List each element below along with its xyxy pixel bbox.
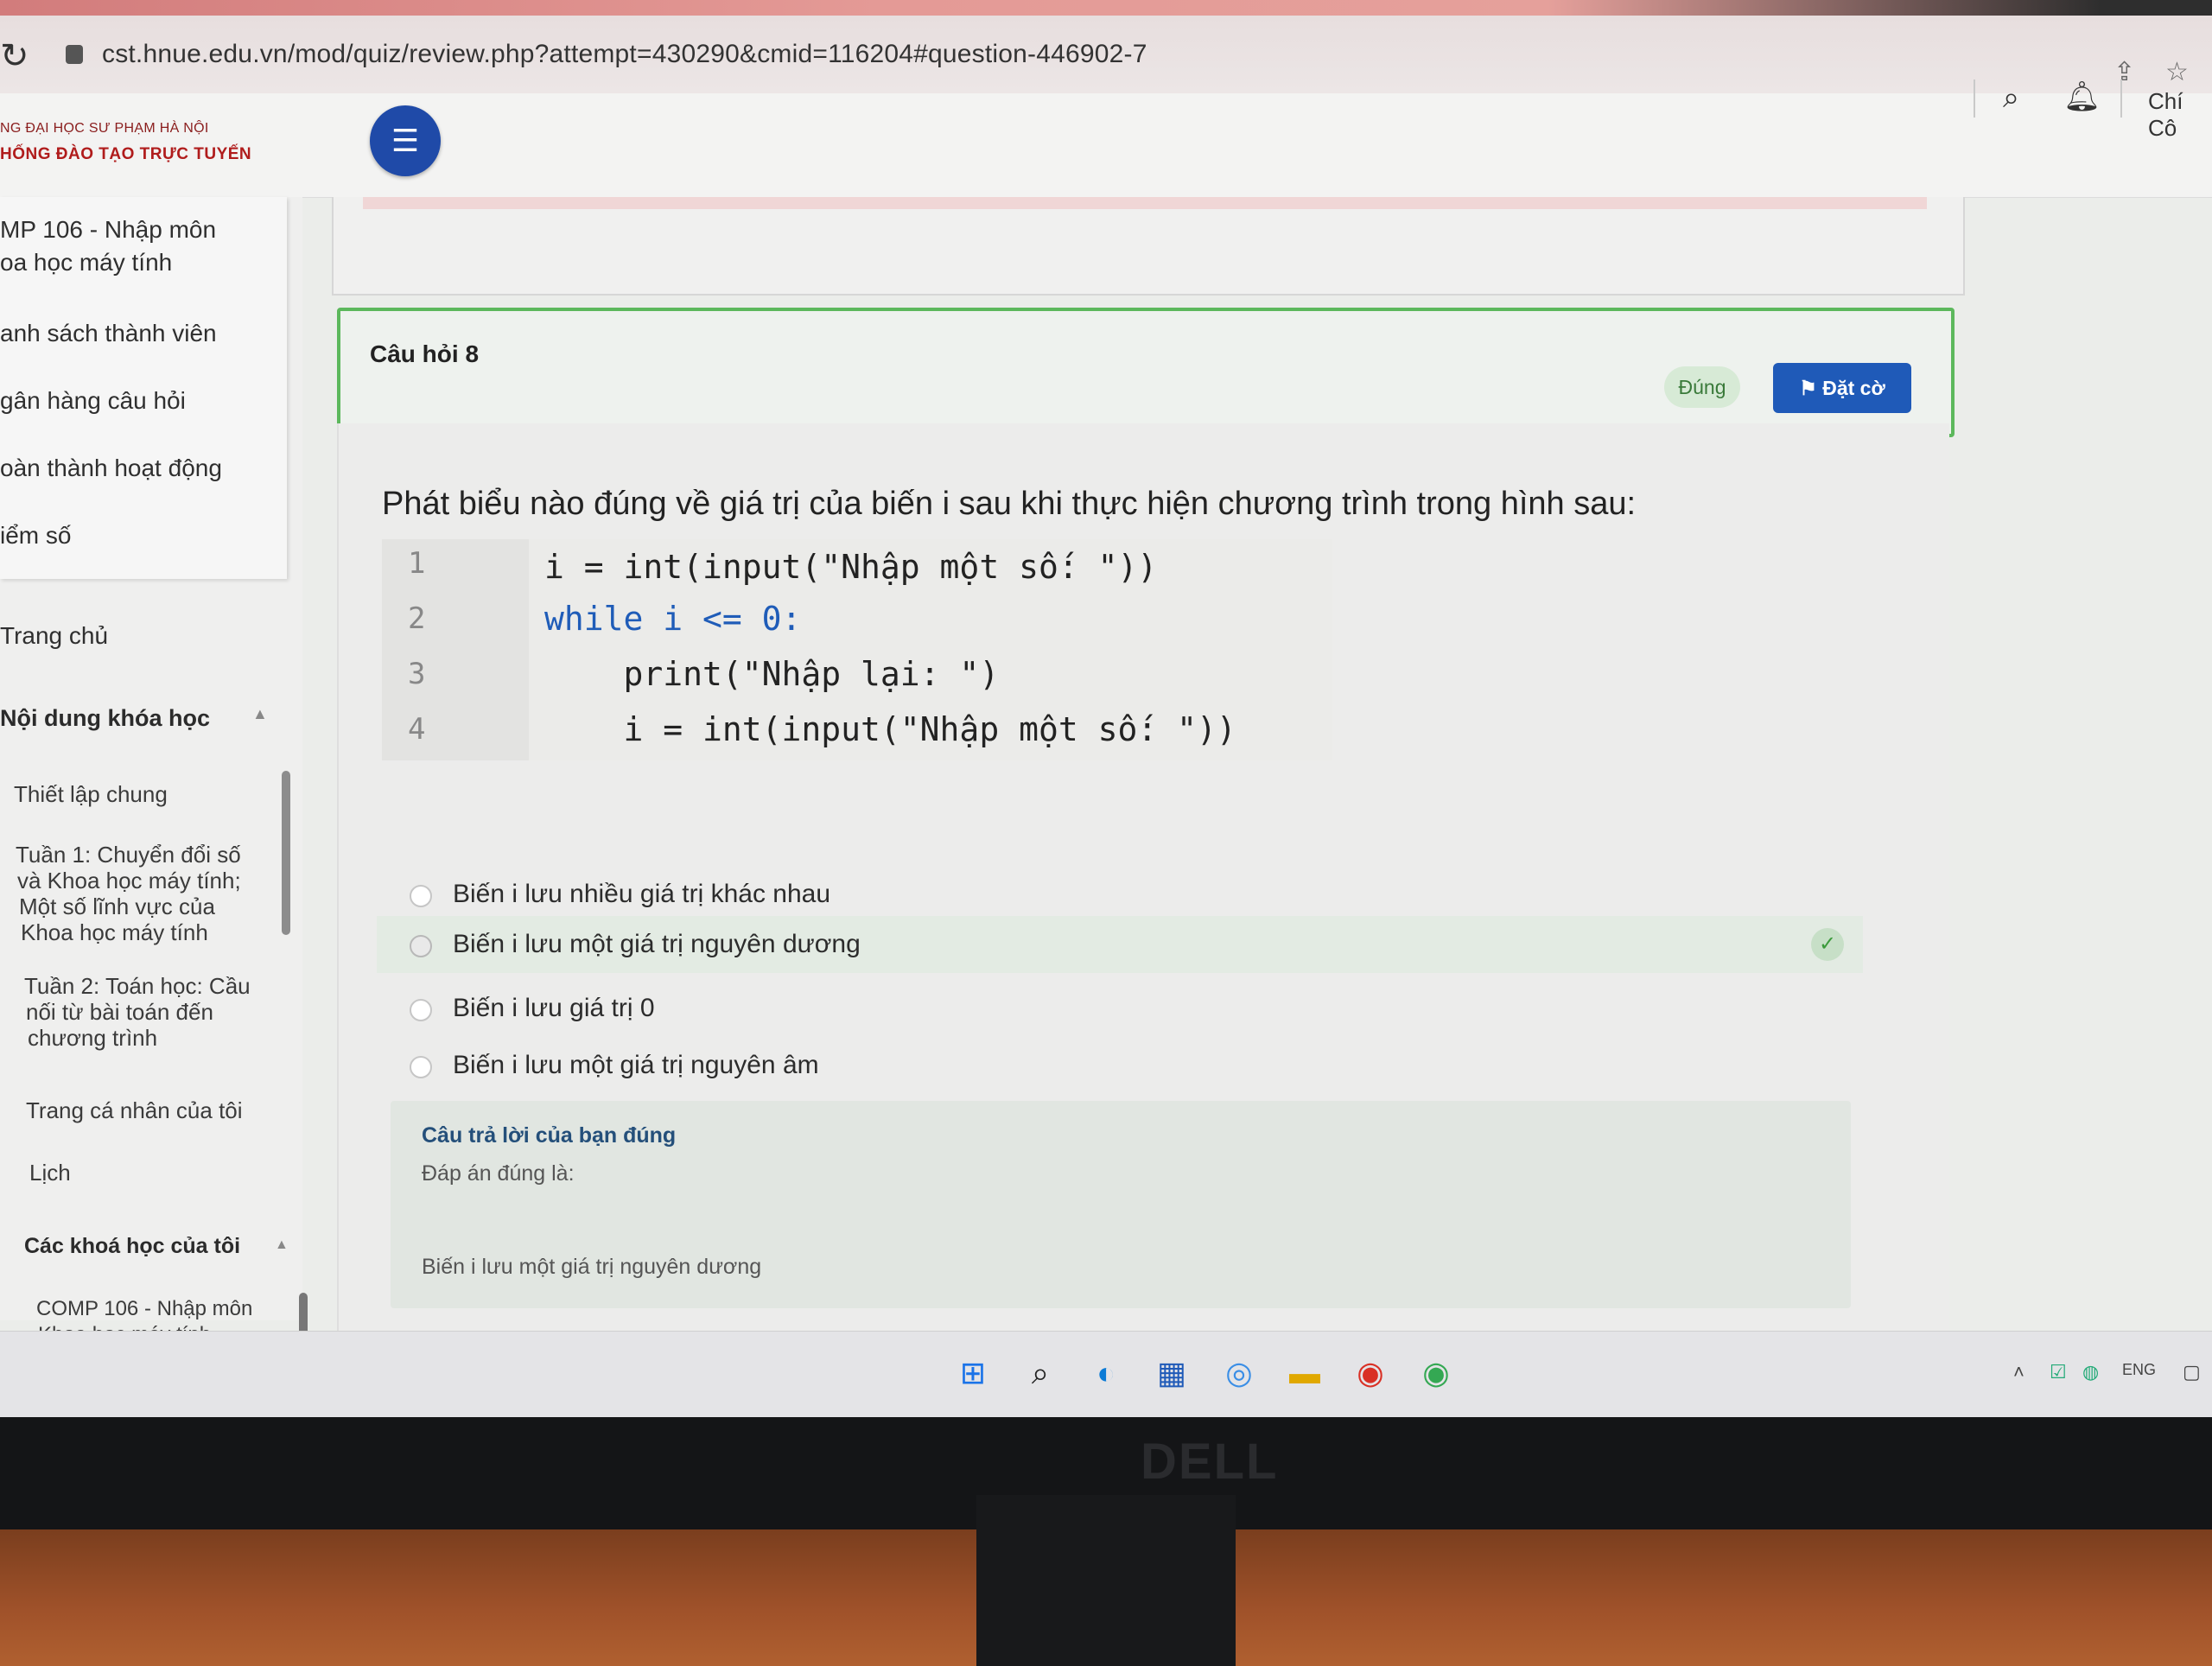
menu-toggle-button[interactable]: ☰: [370, 105, 441, 176]
chevron-up-icon[interactable]: ˄: [2013, 1361, 2024, 1383]
url-text[interactable]: cst.hnue.edu.vn/mod/quiz/review.php?atte…: [102, 40, 1147, 69]
header-divider: [1974, 79, 1975, 118]
share-icon[interactable]: ⇪: [2113, 57, 2135, 87]
chevron-up-icon[interactable]: ▲: [275, 1237, 289, 1253]
logo-university[interactable]: NG ĐẠI HỌC SƯ PHẠM HÀ NỘI: [0, 121, 209, 137]
address-bar[interactable]: ↻ cst.hnue.edu.vn/mod/quiz/review.php?at…: [0, 16, 2212, 94]
sidebar-item-calendar[interactable]: Lịch: [29, 1160, 71, 1186]
question-text: Phát biểu nào đúng về giá trị của biến i…: [382, 486, 1637, 522]
sidebar-scrollbar[interactable]: [282, 771, 290, 935]
radio-button[interactable]: [410, 999, 432, 1021]
language-indicator[interactable]: ENG: [2122, 1361, 2156, 1379]
logo-system[interactable]: HỐNG ĐÀO TẠO TRỰC TUYẾN: [0, 145, 251, 164]
hamburger-icon: ☰: [391, 123, 420, 158]
reload-icon[interactable]: ↻: [0, 36, 29, 76]
screen: ↻ cst.hnue.edu.vn/mod/quiz/review.php?at…: [0, 0, 2212, 1417]
question-info-bar: Câu hỏi 8 Đúng ⚑ Đặt cờ: [337, 308, 1955, 437]
code-line: i = int(input("Nhập một số: ")): [544, 710, 1236, 748]
sidebar-item-home[interactable]: Trang chủ: [0, 619, 108, 653]
course-title-line1[interactable]: MP 106 - Nhập môn: [0, 213, 216, 247]
course-nav-card: MP 106 - Nhập môn oa học máy tính anh sá…: [0, 197, 287, 579]
radio-button[interactable]: [410, 885, 432, 907]
question-body: Phát biểu nào đúng về giá trị của biến i…: [337, 423, 1949, 1331]
antivirus-icon[interactable]: ☑: [2050, 1361, 2067, 1383]
radio-button[interactable]: [410, 935, 432, 957]
radio-button[interactable]: [410, 1056, 432, 1078]
previous-question-panel: [332, 197, 1965, 296]
answer-option[interactable]: Biến i lưu nhiều giá trị khác nhau: [377, 866, 1863, 923]
flag-question-button[interactable]: ⚑ Đặt cờ: [1773, 363, 1911, 413]
code-gutter: [382, 539, 529, 760]
search-icon[interactable]: ⌕: [2003, 81, 2019, 115]
feedback-box: Câu trả lời của bạn đúng Đáp án đúng là:…: [391, 1101, 1851, 1308]
answer-option-selected[interactable]: Biến i lưu một giá trị nguyên dương ✓: [377, 916, 1863, 973]
correct-answer-label: Đáp án đúng là:: [422, 1161, 575, 1186]
section-week2-line3[interactable]: chương trình: [28, 1025, 157, 1051]
user-name[interactable]: Chí Cô: [2148, 88, 2212, 142]
store-icon[interactable]: ▦: [1151, 1352, 1192, 1394]
windows-start-icon[interactable]: ⊞: [952, 1352, 994, 1394]
code-line: print("Nhập lại: "): [544, 655, 1000, 693]
taskbar: ⊞ ⌕ ◐ ▦ ◎ ▬ ◉ ◉ ˄ ☑ ◍ ENG ▢: [0, 1331, 2212, 1417]
my-course-line1[interactable]: COMP 106 - Nhập môn: [36, 1296, 252, 1322]
file-explorer-icon[interactable]: ▬: [1284, 1352, 1325, 1394]
feedback-title: Câu trả lời của bạn đúng: [422, 1123, 677, 1148]
network-icon[interactable]: ◍: [2082, 1361, 2099, 1383]
monitor-stand: [976, 1495, 1236, 1666]
answer-option[interactable]: Biến i lưu một giá trị nguyên âm: [377, 1037, 1863, 1094]
answer-option[interactable]: Biến i lưu giá trị 0: [377, 980, 1863, 1037]
chrome-icon[interactable]: ◉: [1350, 1352, 1391, 1394]
sidebar-item-grades[interactable]: iểm số: [0, 518, 71, 553]
sidebar-item-completion[interactable]: oàn thành hoạt động: [0, 451, 222, 486]
lock-icon[interactable]: [66, 45, 83, 64]
section-week1-line2[interactable]: và Khoa học máy tính;: [17, 868, 241, 893]
answer-option-label: Biến i lưu giá trị 0: [453, 994, 655, 1022]
line-number: 1: [408, 546, 426, 581]
section-week1-line3[interactable]: Một số lĩnh vực của: [19, 893, 215, 919]
chrome-active-icon[interactable]: ◉: [1415, 1352, 1457, 1394]
flag-button-label: Đặt cờ: [1822, 377, 1885, 399]
question-number: Câu hỏi 8: [370, 340, 480, 367]
course-title-line2[interactable]: oa học máy tính: [0, 245, 172, 280]
meet-app-icon[interactable]: ◎: [1218, 1352, 1260, 1394]
sidebar-item-profile[interactable]: Trang cá nhân của tôi: [26, 1097, 243, 1123]
bell-icon[interactable]: 🔔︎: [2063, 79, 2101, 114]
section-week1-line4[interactable]: Khoa học máy tính: [21, 919, 208, 945]
answer-option-label: Biến i lưu một giá trị nguyên âm: [453, 1051, 819, 1079]
browser-tab-strip: [0, 0, 2212, 16]
line-number: 3: [408, 657, 426, 691]
code-snippet-image: 1 2 3 4 i = int(input("Nhập một số: ")) …: [382, 539, 1332, 760]
site-header: NG ĐẠI HỌC SƯ PHẠM HÀ NỘI HỐNG ĐÀO TẠO T…: [0, 93, 2212, 198]
previous-question-accent: [363, 197, 1927, 209]
monitor-brand-logo: DELL: [1141, 1434, 1279, 1490]
star-icon[interactable]: ☆: [2165, 57, 2189, 87]
line-number: 2: [408, 601, 426, 636]
sidebar-item-question-bank[interactable]: gân hàng câu hỏi: [0, 384, 186, 418]
edge-browser-icon[interactable]: ◐: [1085, 1352, 1127, 1394]
sidebar-item-participants[interactable]: anh sách thành viên: [0, 316, 217, 351]
section-week2-line2[interactable]: nối từ bài toán đến: [26, 999, 213, 1025]
chevron-up-icon[interactable]: ▲: [252, 705, 268, 723]
status-badge: Đúng: [1664, 366, 1740, 408]
section-week1-line1[interactable]: Tuần 1: Chuyển đổi số: [16, 842, 241, 868]
answer-option-label: Biến i lưu nhiều giá trị khác nhau: [453, 880, 831, 908]
code-line: i = int(input("Nhập một số: ")): [544, 548, 1158, 586]
notification-icon[interactable]: ▢: [2183, 1361, 2201, 1383]
course-content-heading[interactable]: Nội dung khóa học: [0, 705, 210, 732]
answer-option-label: Biến i lưu một giá trị nguyên dương: [453, 930, 861, 958]
code-line: while i <= 0:: [544, 600, 802, 638]
check-icon: ✓: [1811, 928, 1844, 961]
line-number: 4: [408, 712, 426, 747]
flag-icon: ⚑: [1799, 377, 1817, 399]
header-divider: [2120, 79, 2122, 118]
correct-answer-text: Biến i lưu một giá trị nguyên dương: [422, 1255, 762, 1279]
section-week2-line1[interactable]: Tuần 2: Toán học: Cầu: [24, 973, 251, 999]
my-courses-heading[interactable]: Các khoá học của tôi: [24, 1234, 240, 1259]
section-general[interactable]: Thiết lập chung: [14, 781, 168, 807]
sidebar: MP 106 - Nhập môn oa học máy tính anh sá…: [0, 197, 308, 1379]
search-icon[interactable]: ⌕: [1020, 1352, 1061, 1394]
